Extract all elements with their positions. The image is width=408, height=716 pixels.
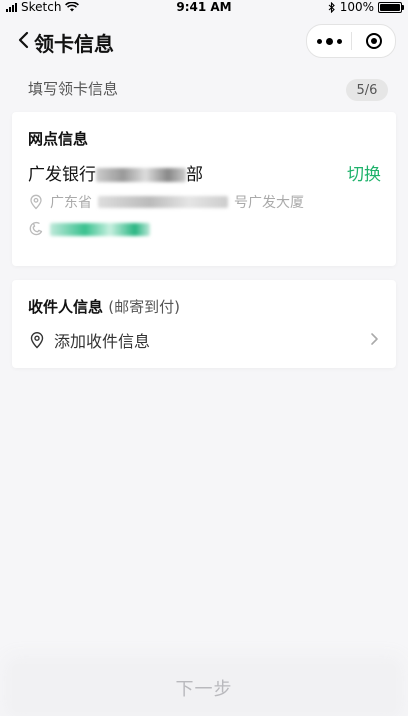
branch-address: 广东省 号广发大厦 (28, 192, 304, 212)
recipient-info-card: 收件人信息 (邮寄到付) 添加收件信息 (12, 280, 396, 368)
more-dot-icon (316, 38, 322, 44)
address-suffix: 号广发大厦 (234, 195, 304, 211)
close-mini-program-button[interactable] (352, 25, 395, 57)
switch-branch-button[interactable]: 切换 (347, 160, 381, 185)
page-title: 领卡信息 (34, 32, 114, 56)
chevron-left-icon (18, 31, 29, 49)
branch-name-prefix: 广发银行 (28, 165, 96, 185)
location-pin-icon (30, 194, 42, 210)
address-prefix: 广东省 (50, 195, 92, 211)
nav-bar: 领卡信息 (0, 14, 408, 66)
battery-label: 100% (339, 0, 374, 14)
add-recipient-label: 添加收件信息 (54, 332, 151, 351)
next-step-button[interactable]: 下一步 (12, 664, 396, 712)
more-dot-icon (336, 38, 342, 44)
target-circle-icon (365, 33, 382, 49)
bluetooth-icon (328, 1, 335, 13)
location-pin-icon (30, 332, 44, 349)
recipient-card-title: 收件人信息 (邮寄到付) (28, 296, 180, 317)
chevron-right-icon[interactable] (368, 331, 380, 347)
battery-icon (378, 1, 404, 13)
phone-icon (29, 221, 43, 236)
more-dot-icon (325, 37, 333, 45)
add-recipient-row[interactable]: 添加收件信息 (28, 328, 150, 352)
mini-program-capsule (306, 24, 396, 58)
branch-name: 广发银行 部 (28, 160, 203, 185)
recipient-title: 收件人信息 (28, 298, 104, 316)
section-title: 填写领卡信息 (28, 80, 119, 98)
branch-name-suffix: 部 (186, 165, 203, 185)
branch-phone (28, 221, 150, 237)
branch-info-card: 网点信息 广发银行 部 切换 广东省 号广发大厦 (12, 112, 396, 266)
redacted-text (96, 168, 186, 182)
step-badge: 5/6 (346, 79, 388, 101)
redacted-text (98, 196, 228, 208)
back-button[interactable] (12, 28, 36, 52)
more-button[interactable] (307, 25, 351, 57)
status-right: 100% (328, 0, 404, 14)
redacted-phone-number[interactable] (50, 222, 150, 236)
branch-card-title: 网点信息 (28, 130, 89, 148)
recipient-title-note: (邮寄到付) (108, 298, 180, 316)
status-bar: Sketch 9:41 AM 100% (0, 0, 408, 14)
